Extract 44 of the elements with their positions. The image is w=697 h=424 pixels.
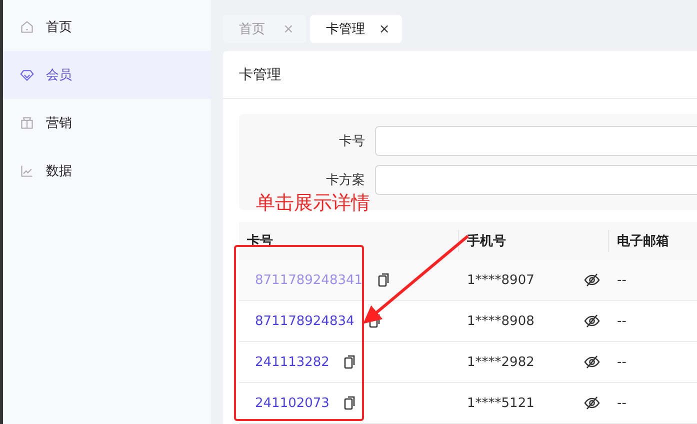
annotation-text: 单击展示详情	[256, 191, 370, 216]
copy-icon[interactable]	[378, 273, 390, 287]
hidden-eye-icon[interactable]	[584, 396, 600, 410]
menu-label: 会员	[46, 67, 72, 84]
home-icon	[20, 20, 34, 34]
copy-icon[interactable]	[344, 355, 356, 369]
phone-number: 1****8908	[467, 314, 534, 328]
menu-item[interactable]: 首页	[3, 3, 211, 51]
gift-icon	[20, 116, 34, 130]
menu-item[interactable]: 会员	[3, 51, 211, 99]
tab-label: 卡管理	[326, 21, 365, 38]
tab-label: 首页	[239, 21, 265, 38]
tab[interactable]: 卡管理 ×	[310, 15, 402, 43]
hidden-eye-icon[interactable]	[584, 314, 600, 328]
line-chart-icon	[20, 164, 34, 178]
input-field[interactable]	[375, 126, 697, 156]
email-value: --	[617, 354, 626, 370]
menu-label: 营销	[46, 115, 72, 132]
phone-number: 1****2982	[467, 354, 534, 370]
phone-number: 1****5121	[467, 396, 534, 410]
card-number-link[interactable]: 241102073	[255, 396, 330, 410]
card-number-link[interactable]: 871178924834	[255, 314, 354, 328]
email-value: --	[617, 272, 626, 288]
diamond-icon	[20, 68, 34, 82]
email-value: --	[617, 314, 626, 328]
copy-icon[interactable]	[344, 396, 356, 410]
close-icon[interactable]: ×	[378, 22, 390, 36]
email-value: --	[617, 396, 626, 410]
column-header: 手机号	[466, 232, 506, 250]
column-header: 电子邮箱	[616, 233, 669, 250]
field-label: 卡号	[338, 133, 365, 150]
menu-label: 数据	[46, 163, 72, 180]
copy-icon[interactable]	[369, 314, 382, 328]
field-label: 卡方案	[325, 172, 365, 189]
hidden-eye-icon[interactable]	[584, 273, 600, 287]
phone-number: 1****8907	[467, 272, 534, 288]
card-title: 卡管理	[239, 66, 281, 84]
table-row[interactable]: 8711789248341 1****8907 --	[239, 260, 697, 301]
input-field[interactable]	[375, 165, 697, 195]
menu-item[interactable]: 数据	[3, 147, 211, 195]
card-number-link[interactable]: 241113282	[255, 354, 330, 370]
menu-label: 首页	[46, 19, 72, 36]
menu-item[interactable]: 营销	[3, 99, 211, 147]
hidden-eye-icon[interactable]	[584, 355, 600, 369]
